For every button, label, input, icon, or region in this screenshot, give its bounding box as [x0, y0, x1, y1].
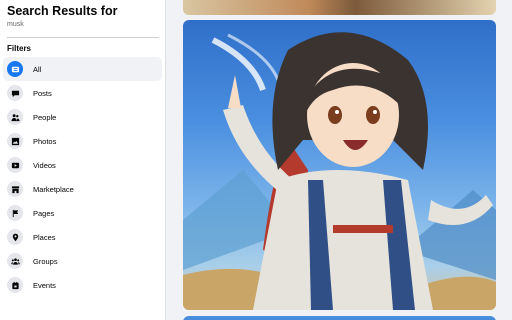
groups-icon	[7, 253, 23, 269]
result-image[interactable]	[183, 20, 496, 310]
filter-label: Events	[33, 280, 56, 290]
events-icon	[7, 277, 23, 293]
filter-label: Groups	[33, 256, 58, 266]
result-image-previous[interactable]	[183, 0, 496, 15]
search-sidebar: Search Results for musk Filters All Post…	[0, 0, 166, 320]
anime-girl-illustration	[183, 32, 496, 310]
posts-icon	[7, 85, 23, 101]
marketplace-icon	[7, 181, 23, 197]
filter-item-marketplace[interactable]: Marketplace	[3, 177, 162, 201]
filter-label: Posts	[33, 88, 52, 98]
filter-label: Marketplace	[33, 184, 74, 194]
filter-label: Places	[33, 232, 56, 242]
filter-label: People	[33, 112, 57, 122]
filter-item-videos[interactable]: Videos	[3, 153, 162, 177]
filter-item-places[interactable]: Places	[3, 225, 162, 249]
photos-icon	[7, 133, 23, 149]
filter-item-events[interactable]: Events	[3, 273, 162, 297]
page-title: Search Results for	[7, 4, 118, 18]
filter-label: Pages	[33, 208, 55, 218]
places-icon	[7, 229, 23, 245]
filter-item-pages[interactable]: Pages	[3, 201, 162, 225]
results-feed[interactable]	[166, 0, 512, 320]
filter-item-posts[interactable]: Posts	[3, 81, 162, 105]
filter-label: Photos	[33, 136, 57, 146]
filters-heading: Filters	[7, 44, 32, 53]
people-icon	[7, 109, 23, 125]
filter-item-photos[interactable]: Photos	[3, 129, 162, 153]
videos-icon	[7, 157, 23, 173]
divider	[7, 37, 159, 38]
filter-item-all[interactable]: All	[3, 57, 162, 81]
filter-label: All	[33, 64, 42, 74]
result-image-next[interactable]	[183, 316, 496, 320]
filter-item-groups[interactable]: Groups	[3, 249, 162, 273]
filter-list: All Posts People Photos Videos Marketpla…	[3, 57, 162, 297]
search-query: musk	[7, 21, 24, 28]
filter-label: Videos	[33, 160, 56, 170]
all-icon	[7, 61, 23, 77]
filter-item-people[interactable]: People	[3, 105, 162, 129]
pages-icon	[7, 205, 23, 221]
